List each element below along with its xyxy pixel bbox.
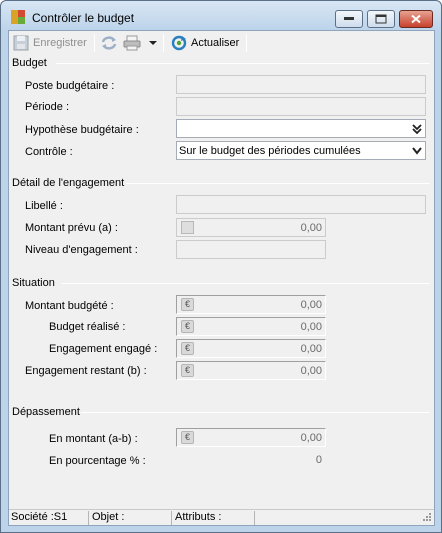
toolbar-separator [163, 34, 164, 52]
euro-icon: € [181, 431, 194, 444]
double-chevron-down-icon[interactable] [409, 121, 424, 136]
montant-budgete-field: € 0,00 [176, 295, 326, 314]
depassement-montant-label: En montant (a-b) : [49, 433, 138, 445]
section-budget-title: Budget [12, 57, 47, 69]
toolbar-separator [94, 34, 95, 52]
printer-icon [123, 35, 141, 51]
status-separator [254, 511, 255, 525]
close-icon [411, 14, 421, 24]
toolbar-separator [246, 34, 247, 52]
print-button[interactable] [123, 34, 141, 52]
checkbox-icon [181, 221, 194, 234]
section-divider [81, 412, 430, 413]
section-situation-title: Situation [12, 277, 55, 289]
euro-icon: € [181, 320, 194, 333]
hypothese-select[interactable] [176, 119, 426, 138]
depassement-montant-field: € 0,00 [176, 428, 326, 447]
controle-select[interactable]: Sur le budget des périodes cumulées [176, 141, 426, 160]
refresh-label: Actualiser [191, 37, 240, 49]
dialog-content: Enregistrer Actualiser Budget Poste budg… [8, 30, 435, 526]
engagement-restant-label: Engagement restant (b) : [25, 365, 147, 377]
refresh-icon [171, 35, 187, 51]
euro-icon: € [181, 298, 194, 311]
poste-label: Poste budgétaire : [25, 80, 115, 92]
budget-realise-label: Budget réalisé : [49, 321, 126, 333]
controle-label: Contrôle : [25, 146, 73, 158]
close-button[interactable] [399, 10, 433, 28]
section-divider [56, 63, 430, 64]
budget-realise-field: € 0,00 [176, 317, 326, 336]
dialog-window: Contrôler le budget Enregistrer Actualis… [0, 0, 442, 533]
niveau-label: Niveau d'engagement : [25, 244, 138, 256]
status-bar: Société :S1 Objet : Attributs : [9, 509, 434, 525]
sync-button[interactable] [100, 34, 118, 52]
periode-label: Période : [25, 101, 70, 113]
resize-grip-icon[interactable] [421, 513, 432, 524]
sync-icon [101, 36, 117, 50]
save-button[interactable]: Enregistrer [13, 34, 87, 52]
controle-value: Sur le budget des périodes cumulées [179, 145, 361, 157]
section-divider [62, 283, 430, 284]
montant-prevu-field: 0,00 [176, 218, 326, 237]
engagement-engage-label: Engagement engagé : [49, 343, 158, 355]
section-engagement-title: Détail de l'engagement [12, 177, 125, 189]
status-objet: Objet : [92, 511, 125, 523]
chevron-down-icon[interactable] [409, 143, 424, 158]
libelle-label: Libellé : [25, 200, 63, 212]
maximize-button[interactable] [367, 10, 395, 28]
minimize-icon [344, 17, 354, 20]
libelle-field [176, 195, 426, 214]
window-title: Contrôler le budget [32, 11, 135, 25]
minimize-button[interactable] [335, 10, 363, 28]
status-societe: Société :S1 [11, 511, 68, 523]
status-separator [171, 511, 172, 525]
title-bar[interactable]: Contrôler le budget [1, 1, 441, 31]
periode-field [176, 97, 426, 116]
save-icon [13, 35, 29, 51]
toolbar: Enregistrer Actualiser [9, 31, 434, 55]
save-label: Enregistrer [33, 37, 87, 49]
engagement-restant-field: € 0,00 [176, 361, 326, 380]
section-divider [126, 183, 430, 184]
section-depassement-title: Dépassement [12, 406, 80, 418]
refresh-button[interactable]: Actualiser [171, 34, 239, 52]
app-icon [11, 10, 25, 24]
maximize-icon [375, 14, 387, 24]
niveau-field [176, 240, 326, 259]
euro-icon: € [181, 364, 194, 377]
hypothese-label: Hypothèse budgétaire : [25, 124, 139, 136]
status-separator [88, 511, 89, 525]
depassement-pourcentage-field: 0 [176, 450, 326, 469]
print-dropdown-button[interactable] [149, 34, 157, 52]
engagement-engage-field: € 0,00 [176, 339, 326, 358]
montant-budgete-label: Montant budgété : [25, 300, 114, 312]
dropdown-arrow-icon [149, 41, 157, 45]
poste-field [176, 75, 426, 94]
euro-icon: € [181, 342, 194, 355]
status-attributs: Attributs : [175, 511, 222, 523]
depassement-pourcentage-label: En pourcentage % : [49, 455, 146, 467]
montant-prevu-label: Montant prévu (a) : [25, 222, 118, 234]
